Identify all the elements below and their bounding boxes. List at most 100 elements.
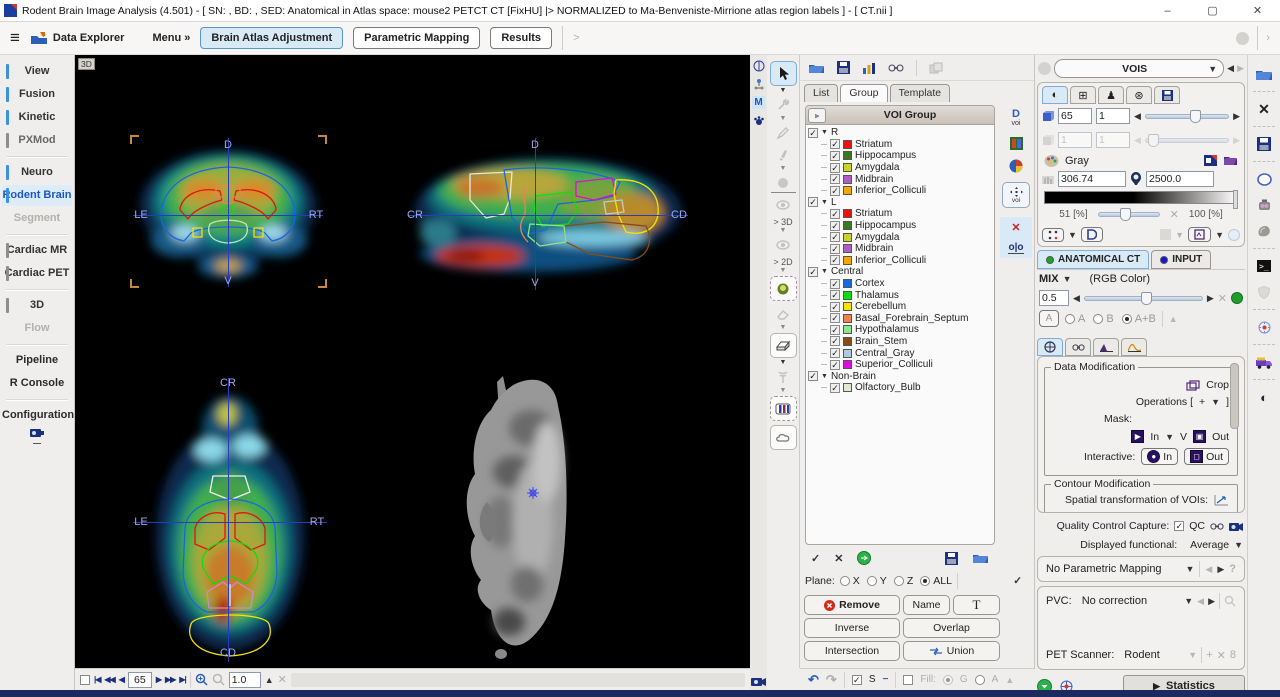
sidebar-item-configuration[interactable]: Configuration (2, 405, 72, 426)
voi-item-row[interactable]: ✓Central_Gray (808, 347, 994, 359)
cancel-icon[interactable]: ✕ (834, 552, 843, 565)
qc-checkbox[interactable]: ✓ (1174, 521, 1184, 531)
scrollbar-thumb[interactable] (1230, 363, 1239, 429)
layout-caret[interactable]: ▼ (1068, 230, 1077, 240)
overlap-button[interactable]: Overlap (903, 618, 1000, 638)
parametric-next-arrow[interactable]: ▶ (1217, 564, 1224, 575)
layout-options-button[interactable] (1042, 228, 1064, 242)
operations-caret[interactable]: ▼ (1211, 397, 1220, 407)
invert-display-icon[interactable]: ◐ (1260, 384, 1268, 410)
close-button[interactable]: ✕ (1235, 0, 1280, 22)
coronal-crosshair-v[interactable] (228, 138, 229, 287)
ab-option-aplusb[interactable]: A+B (1122, 313, 1156, 325)
slice-left-arrow[interactable]: ◀ (1134, 111, 1141, 122)
voi-checkbox[interactable]: ✓ (830, 336, 840, 346)
tab-link[interactable] (1065, 338, 1091, 356)
intersection-button[interactable]: Intersection (804, 641, 900, 661)
voi-checkbox[interactable]: ✓ (830, 325, 840, 335)
collapse-caret-icon[interactable]: ▼ (821, 373, 828, 380)
voi-item-row[interactable]: ✓Cortex (808, 278, 994, 290)
zoom-apply-arrow[interactable]: ▲ (265, 675, 274, 685)
tab-results[interactable]: Results (490, 27, 552, 49)
tab-list[interactable]: List (804, 84, 838, 102)
voi-item-row[interactable]: ✓Thalamus (808, 289, 994, 301)
sagittal-crosshair-v[interactable] (535, 138, 536, 290)
sidebar-item-pipeline[interactable]: Pipeline (2, 350, 72, 371)
scanner-value[interactable]: Rodent (1124, 649, 1184, 661)
voi-checkbox[interactable]: ✓ (830, 209, 840, 219)
shrink-icon[interactable]: − (882, 674, 888, 685)
sagittal-crosshair-h[interactable] (408, 215, 688, 216)
mix-left-arrow[interactable]: ◀ (1073, 293, 1080, 304)
save-list-icon[interactable] (945, 552, 958, 565)
accept-icon[interactable]: ✓ (811, 552, 820, 565)
group-checkbox[interactable]: ✓ (808, 371, 818, 381)
voi-item-row[interactable]: ✓Brain_Stem (808, 336, 994, 348)
surface-shell-icon[interactable] (1257, 218, 1271, 244)
voi-checkbox[interactable]: ✓ (830, 313, 840, 323)
voi-item-row[interactable]: ✓Basal_Forebrain_Septum (808, 313, 994, 325)
inverse-button[interactable]: Inverse (804, 618, 900, 638)
interactive-in-button[interactable]: ● In (1141, 448, 1178, 465)
text-annotation-button[interactable]: T (953, 595, 1000, 615)
tab-input[interactable]: INPUT (1151, 250, 1211, 269)
lut-invert-icon[interactable] (1204, 155, 1217, 166)
collapse-caret-icon[interactable]: ▼ (821, 268, 828, 275)
data-explorer-button[interactable]: Data Explorer (30, 32, 125, 45)
tab-anatomical-ct[interactable]: ANATOMICAL CT (1037, 250, 1149, 269)
palette-icon[interactable] (1044, 154, 1059, 167)
interactive-out-button[interactable]: ◻ Out (1184, 448, 1229, 465)
crop-label[interactable]: Crop (1206, 379, 1229, 391)
sidebar-item-3d[interactable]: 3D (2, 295, 72, 316)
define-voi-icon[interactable]: Dvoi (1012, 110, 1021, 128)
annotations-button[interactable] (1188, 227, 1211, 242)
load-list-folder-icon[interactable] (972, 552, 989, 564)
operations-plus[interactable]: + (1199, 396, 1205, 408)
tab-save-display[interactable] (1154, 86, 1180, 104)
mask-out-icon[interactable]: ▣ (1193, 430, 1206, 443)
voi-item-row[interactable]: ✓Midbrain (808, 173, 994, 185)
crop-icon[interactable] (1186, 380, 1200, 391)
mix-value-input[interactable] (1039, 290, 1069, 306)
mask-in-icon[interactable]: ▶ (1131, 430, 1144, 443)
load-voi-folder-icon[interactable] (808, 62, 825, 74)
ab-fusion-button[interactable]: A (1039, 310, 1059, 327)
mix-slider[interactable] (1084, 296, 1203, 301)
3d-lut-button[interactable] (1081, 227, 1103, 242)
voi-item-row[interactable]: ✓Striatum (808, 208, 994, 220)
plane-option-x[interactable]: X (840, 575, 860, 587)
displayed-functional-value[interactable]: Average (1190, 539, 1229, 551)
cine-track[interactable] (291, 673, 745, 687)
contrast-icon[interactable] (753, 60, 765, 72)
zoom-factor-input[interactable] (229, 672, 261, 688)
configuration-monitor-icon[interactable] (28, 428, 46, 444)
confirm-circle-icon[interactable] (857, 551, 871, 565)
pvc-caret[interactable]: ▼ (1184, 596, 1193, 606)
iso-contour-tool-button[interactable] (770, 276, 797, 301)
voi-item-row[interactable]: ✓Hippocampus (808, 150, 994, 162)
voi-checkbox[interactable]: ✓ (830, 348, 840, 358)
render-3d-view[interactable] (443, 372, 598, 662)
tab-overflow-chevron[interactable]: > (573, 32, 579, 44)
tab-histogram[interactable] (1093, 338, 1119, 356)
voi-item-row[interactable]: ✓Olfactory_Bulb (808, 382, 994, 394)
group-checkbox[interactable]: ✓ (808, 128, 818, 138)
sidebar-item-neuro[interactable]: Neuro (2, 162, 72, 183)
sidebar-item-view[interactable]: View (2, 61, 72, 82)
voi-checkbox[interactable]: ✓ (830, 186, 840, 196)
name-button[interactable]: Name (903, 595, 950, 615)
voi-checkbox[interactable]: ✓ (830, 383, 840, 393)
vois-combo[interactable]: VOIS ▼ (1054, 59, 1224, 78)
voi-item-row[interactable]: ✓Inferior_Colliculi (808, 255, 994, 267)
voi-checkbox[interactable]: ✓ (830, 244, 840, 254)
tab-wheel[interactable]: ⊛ (1126, 86, 1152, 104)
movie-robot-icon[interactable] (1257, 192, 1272, 218)
voi-checkbox[interactable]: ✓ (830, 151, 840, 161)
sidebar-item-cardiac-pet[interactable]: Cardiac PET (2, 263, 72, 284)
axial-crosshair-h[interactable] (133, 522, 327, 523)
to-2d-label[interactable]: > 2D (773, 257, 792, 267)
tab-parametric-mapping[interactable]: Parametric Mapping (353, 27, 480, 49)
voi-group-row[interactable]: ✓▼R (808, 127, 994, 139)
paw-icon[interactable] (753, 115, 765, 127)
first-slice-button[interactable]: |◀ (94, 675, 100, 684)
